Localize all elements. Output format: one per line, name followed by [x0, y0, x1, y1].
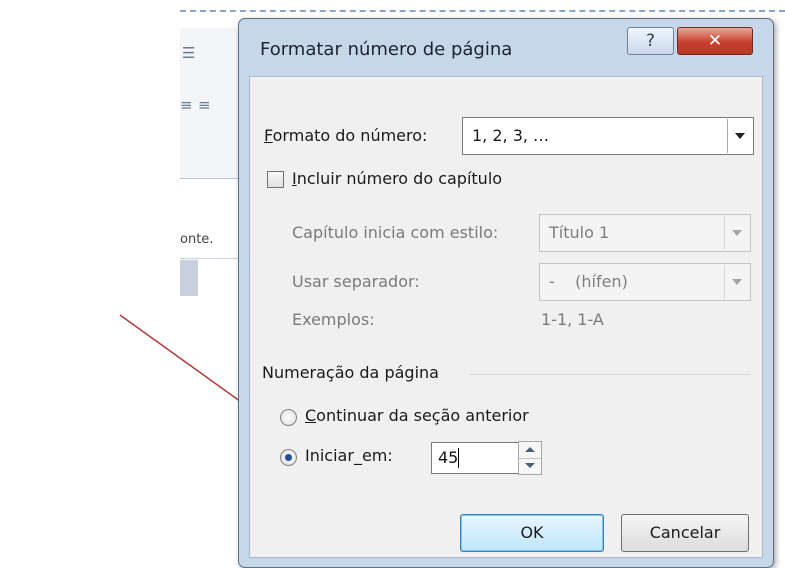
include-chapter-checkbox[interactable]	[267, 171, 284, 188]
continue-label[interactable]: Continuar da seção anterior	[305, 406, 529, 425]
chevron-down-icon	[735, 133, 745, 139]
separator-label: Usar separador:	[292, 272, 420, 291]
number-format-value: 1, 2, 3, …	[472, 126, 550, 145]
start-at-label[interactable]: Iniciar_em:	[305, 446, 393, 465]
separator-select[interactable]: - (hífen)	[539, 263, 751, 301]
cancel-button[interactable]: Cancelar	[621, 514, 749, 552]
start-at-spinner[interactable]	[518, 441, 542, 475]
arrow-down-icon	[525, 463, 535, 468]
examples-value: 1-1, 1-A	[541, 310, 604, 329]
chapter-style-dropdown-button[interactable]	[724, 216, 749, 250]
chapter-style-label: Capítulo inicia com estilo:	[292, 223, 499, 242]
separator-dropdown-button[interactable]	[724, 265, 749, 299]
chevron-down-icon	[732, 230, 742, 236]
spin-up-button[interactable]	[519, 442, 541, 459]
arrow-up-icon	[525, 447, 535, 452]
page-numbering-group-label: Numeração da página	[262, 363, 439, 382]
text-caret	[458, 448, 459, 468]
dialog-body: Formato do número: 1, 2, 3, … Incluir nú…	[249, 76, 763, 558]
examples-label: Exemplos:	[292, 310, 375, 329]
group-divider	[469, 374, 751, 375]
number-format-select[interactable]: 1, 2, 3, …	[462, 117, 754, 155]
ok-button[interactable]: OK	[460, 514, 604, 552]
continue-radio[interactable]	[280, 409, 297, 426]
start-at-input[interactable]: 45	[431, 442, 519, 474]
separator-value: - (hífen)	[549, 272, 628, 291]
number-format-dropdown-button[interactable]	[727, 119, 752, 153]
format-page-number-dialog: Formatar número de página ? ✕ Formato do…	[238, 18, 774, 568]
close-button[interactable]: ✕	[677, 27, 753, 55]
dialog-titlebar[interactable]: Formatar número de página ? ✕	[239, 19, 773, 79]
start-at-value: 45	[438, 448, 459, 467]
include-chapter-label[interactable]: Incluir número do capítulo	[292, 169, 502, 188]
dialog-title: Formatar número de página	[260, 39, 513, 60]
number-format-label: Formato do número:	[264, 126, 428, 145]
spin-down-button[interactable]	[519, 458, 541, 474]
help-button[interactable]: ?	[627, 27, 674, 55]
start-at-radio[interactable]	[280, 449, 297, 466]
chevron-down-icon	[732, 279, 742, 285]
chapter-style-select[interactable]: Título 1	[539, 214, 751, 252]
chapter-style-value: Título 1	[549, 223, 610, 242]
